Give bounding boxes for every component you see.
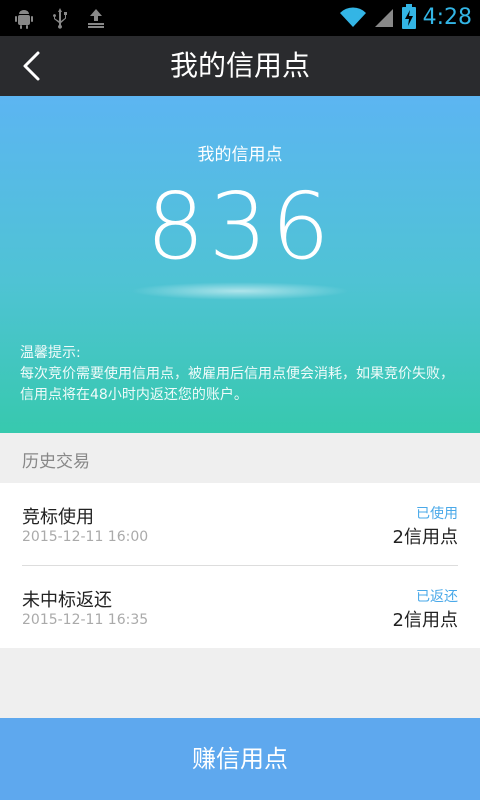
credit-points-value: 836 <box>146 173 334 280</box>
page-title: 我的信用点 <box>169 49 310 82</box>
tip-text: 每次竞价需要使用信用点，被雇用后信用点便会消耗，如果竞价失败，信用点将在48小时… <box>20 366 454 403</box>
wifi-icon <box>339 7 366 27</box>
list-item[interactable]: 未中标返还 2015-12-11 16:35 已返还 2信用点 <box>0 566 480 648</box>
transaction-title: 竞标使用 <box>22 507 94 528</box>
battery-charging-icon <box>401 4 416 29</box>
history-header-label: 历史交易 <box>22 452 90 472</box>
app-bar: 我的信用点 <box>0 36 480 96</box>
usb-icon <box>53 8 67 29</box>
status-notifications <box>12 6 108 30</box>
transaction-amount: 2信用点 <box>392 610 458 631</box>
upload-icon <box>88 9 104 28</box>
transaction-time: 2015-12-11 16:00 <box>22 529 149 545</box>
list-item[interactable]: 竞标使用 2015-12-11 16:00 已使用 2信用点 <box>0 483 480 566</box>
transaction-status: 已使用 <box>416 506 458 522</box>
transaction-time: 2015-12-11 16:35 <box>22 612 149 628</box>
transaction-title: 未中标返还 <box>22 590 112 611</box>
status-system: 4:28 <box>339 4 472 30</box>
android-debug-icon <box>15 10 33 29</box>
credit-summary: 我的信用点 836 温馨提示: 每次竞价需要使用信用点，被雇用后信用点便会消耗，… <box>0 96 480 433</box>
history-section-header: 历史交易 <box>0 433 480 483</box>
earn-credits-button[interactable]: 赚信用点 <box>0 718 480 800</box>
signal-icon <box>374 9 393 27</box>
status-time: 4:28 <box>422 4 472 30</box>
transaction-list: 竞标使用 2015-12-11 16:00 已使用 2信用点 未中标返还 201… <box>0 483 480 648</box>
credit-label: 我的信用点 <box>197 145 283 165</box>
transaction-amount: 2信用点 <box>392 527 458 548</box>
transaction-status: 已返还 <box>416 589 458 605</box>
decorative-glow <box>130 282 350 300</box>
status-bar: 4:28 <box>0 0 480 36</box>
tip-title: 温馨提示: <box>20 345 81 361</box>
